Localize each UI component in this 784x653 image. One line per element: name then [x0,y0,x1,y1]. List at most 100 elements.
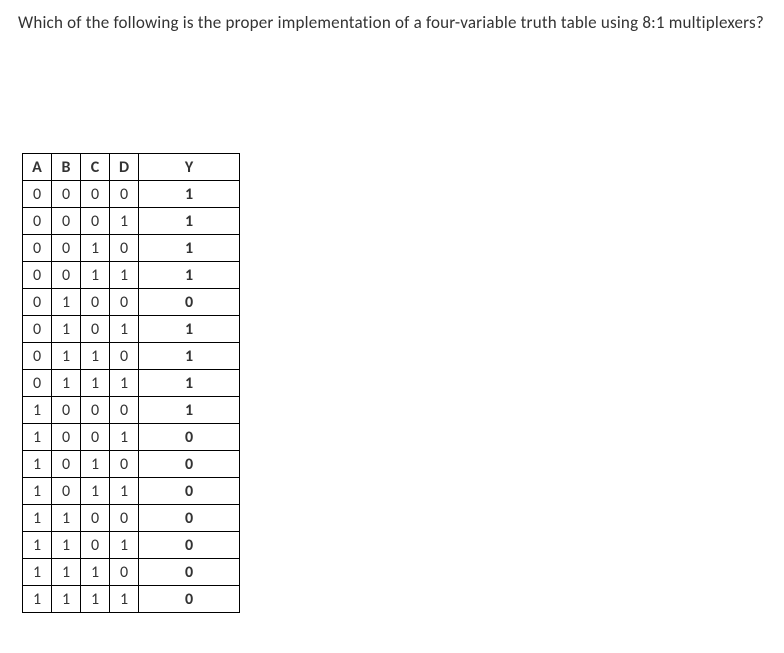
table-row: 10100 [23,451,240,478]
cell-y: 0 [139,289,240,316]
cell-b: 0 [52,478,81,505]
cell-d: 0 [110,397,139,424]
cell-c: 0 [81,208,110,235]
cell-d: 0 [110,343,139,370]
question-text: Which of the following is the proper imp… [18,12,766,33]
cell-c: 0 [81,397,110,424]
cell-y: 1 [139,235,240,262]
cell-d: 1 [110,424,139,451]
table-row: 00101 [23,235,240,262]
cell-a: 0 [23,370,52,397]
cell-a: 1 [23,397,52,424]
table-header-row: A B C D Y [23,154,240,181]
cell-b: 1 [52,586,81,613]
cell-b: 1 [52,505,81,532]
cell-c: 1 [81,586,110,613]
cell-c: 0 [81,289,110,316]
cell-a: 1 [23,478,52,505]
table-row: 00011 [23,208,240,235]
table-row: 11100 [23,559,240,586]
cell-c: 0 [81,181,110,208]
cell-b: 1 [52,370,81,397]
cell-a: 0 [23,289,52,316]
cell-d: 1 [110,586,139,613]
cell-c: 0 [81,424,110,451]
cell-c: 1 [81,478,110,505]
cell-b: 0 [52,181,81,208]
cell-y: 0 [139,505,240,532]
cell-d: 0 [110,559,139,586]
cell-b: 0 [52,262,81,289]
cell-d: 1 [110,208,139,235]
cell-a: 1 [23,532,52,559]
table-row: 11010 [23,532,240,559]
cell-a: 1 [23,451,52,478]
table-row: 00001 [23,181,240,208]
cell-b: 1 [52,289,81,316]
cell-b: 0 [52,208,81,235]
cell-y: 1 [139,343,240,370]
cell-y: 1 [139,262,240,289]
cell-a: 0 [23,343,52,370]
cell-d: 1 [110,478,139,505]
truth-table: A B C D Y 000010001100101001110100001011… [22,153,240,613]
cell-c: 0 [81,316,110,343]
cell-c: 1 [81,451,110,478]
cell-y: 0 [139,424,240,451]
cell-y: 0 [139,559,240,586]
header-y: Y [139,154,240,181]
cell-y: 1 [139,370,240,397]
cell-c: 0 [81,505,110,532]
cell-d: 0 [110,181,139,208]
cell-c: 0 [81,532,110,559]
cell-c: 1 [81,370,110,397]
table-row: 01111 [23,370,240,397]
table-row: 10001 [23,397,240,424]
cell-y: 0 [139,532,240,559]
cell-b: 1 [52,343,81,370]
cell-d: 0 [110,235,139,262]
cell-y: 0 [139,451,240,478]
cell-d: 0 [110,505,139,532]
table-row: 01000 [23,289,240,316]
cell-y: 0 [139,478,240,505]
cell-b: 0 [52,397,81,424]
cell-c: 1 [81,262,110,289]
cell-a: 0 [23,235,52,262]
cell-y: 1 [139,181,240,208]
cell-c: 1 [81,343,110,370]
table-row: 11110 [23,586,240,613]
cell-d: 1 [110,370,139,397]
cell-a: 0 [23,208,52,235]
header-c: C [81,154,110,181]
cell-y: 1 [139,316,240,343]
cell-b: 0 [52,451,81,478]
table-row: 01011 [23,316,240,343]
cell-b: 0 [52,424,81,451]
cell-b: 0 [52,235,81,262]
cell-c: 1 [81,559,110,586]
cell-a: 0 [23,181,52,208]
table-row: 10010 [23,424,240,451]
cell-y: 1 [139,208,240,235]
cell-y: 1 [139,397,240,424]
cell-b: 1 [52,532,81,559]
table-row: 01101 [23,343,240,370]
cell-d: 1 [110,262,139,289]
cell-a: 1 [23,505,52,532]
cell-a: 0 [23,316,52,343]
cell-a: 1 [23,424,52,451]
cell-a: 1 [23,559,52,586]
cell-y: 0 [139,586,240,613]
cell-b: 1 [52,316,81,343]
cell-d: 1 [110,316,139,343]
cell-d: 0 [110,289,139,316]
table-row: 10110 [23,478,240,505]
cell-d: 0 [110,451,139,478]
cell-b: 1 [52,559,81,586]
header-b: B [52,154,81,181]
header-a: A [23,154,52,181]
cell-d: 1 [110,532,139,559]
table-row: 11000 [23,505,240,532]
header-d: D [110,154,139,181]
